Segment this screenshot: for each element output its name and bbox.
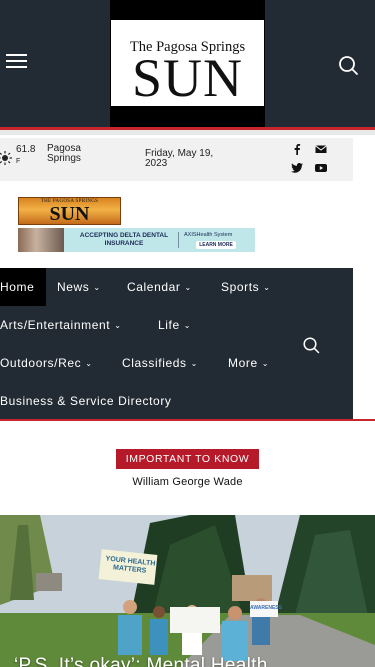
- ad-photo: [18, 228, 64, 252]
- info-bar: 61.8 F Pagosa Springs Friday, May 19, 20…: [0, 138, 353, 181]
- nav-item-label: Classifieds: [122, 356, 187, 370]
- chevron-down-icon: ⌄: [261, 359, 270, 368]
- ad-banner[interactable]: ACCEPTING DELTA DENTAL INSURANCE AXISHea…: [18, 228, 255, 252]
- site-logo[interactable]: The Pagosa Springs SUN: [110, 0, 265, 127]
- temperature-value: 61.8: [16, 144, 36, 155]
- site-logo-plate: The Pagosa Springs SUN: [111, 20, 264, 106]
- nav-item-more[interactable]: More ⌄: [228, 344, 269, 382]
- nav-item-classifieds[interactable]: Classifieds ⌄: [122, 344, 198, 382]
- nav-item-label: Calendar: [127, 280, 181, 294]
- divider: [0, 130, 375, 135]
- chevron-down-icon: ⌄: [184, 283, 192, 292]
- search-icon[interactable]: [337, 54, 359, 76]
- chevron-down-icon: ⌄: [85, 359, 93, 368]
- category-tag[interactable]: IMPORTANT TO KNOW: [116, 449, 259, 469]
- feature-photo-illustration: [0, 515, 375, 667]
- nav-item-home[interactable]: Home: [0, 268, 46, 306]
- nav-item-business-directory[interactable]: Business & Service Directory: [0, 382, 172, 420]
- chevron-down-icon: ⌄: [114, 321, 122, 330]
- twitter-icon[interactable]: [290, 162, 304, 174]
- logo-title: SUN: [131, 48, 244, 108]
- nav-item-label: More: [228, 356, 258, 370]
- chevron-down-icon: ⌄: [190, 359, 198, 368]
- nav-item-label: Business & Service Directory: [0, 394, 172, 408]
- nav-item-news[interactable]: News ⌄: [57, 268, 101, 306]
- location-label: Pagosa Springs: [47, 143, 81, 164]
- nav-item-label: News: [57, 280, 90, 294]
- nav-item-label: Outdoors/Rec: [0, 356, 82, 370]
- nav-item-label: Home: [0, 280, 35, 294]
- ad-headline: ACCEPTING DELTA DENTAL INSURANCE: [79, 232, 169, 247]
- hamburger-menu-icon[interactable]: [6, 54, 28, 70]
- current-date: Friday, May 19, 2023: [145, 148, 214, 169]
- main-navigation: Home News ⌄ Calendar ⌄ Sports ⌄ Arts/Entert…: [0, 268, 353, 420]
- ad-divider: [178, 232, 179, 248]
- banner-logo-title: SUN: [49, 203, 90, 225]
- protest-sign-text: AWARENESS: [250, 605, 282, 611]
- search-icon[interactable]: [302, 336, 320, 354]
- chevron-down-icon: ⌄: [93, 283, 101, 292]
- chevron-down-icon: ⌄: [183, 321, 192, 330]
- nav-item-sports[interactable]: Sports ⌄: [221, 268, 271, 306]
- nav-item-label: Sports: [221, 280, 260, 294]
- article-author[interactable]: William George Wade: [0, 476, 375, 488]
- article-feature-image[interactable]: YOUR HEALTH MATTERS AWARENESS ‘P.S. It’s…: [0, 515, 375, 667]
- sun-icon: [0, 151, 12, 165]
- youtube-icon[interactable]: [314, 162, 328, 174]
- nav-item-outdoors-rec[interactable]: Outdoors/Rec ⌄: [0, 344, 93, 382]
- ad-learn-more-button[interactable]: LEARN MORE: [196, 241, 236, 249]
- nav-item-arts-entertainment[interactable]: Arts/Entertainment ⌄: [0, 306, 122, 344]
- chevron-down-icon: ⌄: [263, 283, 271, 292]
- nav-item-label: Arts/Entertainment: [0, 318, 111, 332]
- nav-accent-line: [0, 419, 375, 421]
- nav-item-label: Life: [158, 318, 180, 332]
- sun-banner-logo[interactable]: THE PAGOSA SPRINGS SUN: [18, 197, 121, 225]
- mail-icon[interactable]: [314, 143, 328, 155]
- facebook-icon[interactable]: [290, 143, 304, 155]
- nav-item-life[interactable]: Life ⌄: [158, 306, 191, 344]
- site-header: The Pagosa Springs SUN: [0, 0, 375, 127]
- temperature-unit: F: [16, 158, 21, 165]
- article-title[interactable]: ‘P.S. It’s okay’: Mental Health: [14, 655, 268, 667]
- ad-brand: AXISHealth System: [184, 232, 233, 238]
- nav-item-calendar[interactable]: Calendar ⌄: [127, 268, 192, 306]
